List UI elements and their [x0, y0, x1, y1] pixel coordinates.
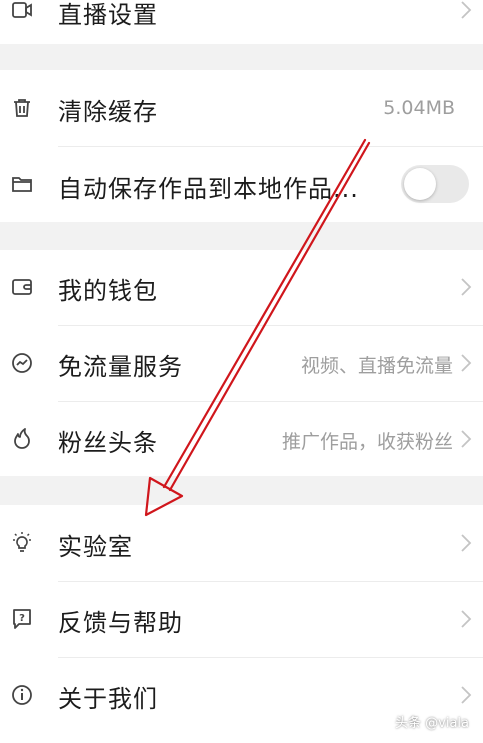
fans-headline-label: 粉丝头条 — [58, 429, 158, 457]
clear-cache-label: 清除缓存 — [58, 98, 158, 126]
auto-save-label: 自动保存作品到本地作品... — [58, 175, 359, 203]
group-about: 实验室 ? 反馈与帮助 关于我们 — [0, 505, 483, 743]
group-live: 直播设置 — [0, 0, 483, 44]
free-data-value: 视频、直播免流量 — [300, 355, 453, 377]
about-label: 关于我们 — [58, 685, 158, 713]
watermark: 头条 @viala — [395, 716, 469, 731]
lab-label: 实验室 — [58, 533, 133, 561]
cache-size-value: 5.04MB — [383, 97, 455, 119]
data-trend-icon — [9, 350, 35, 376]
svg-text:?: ? — [19, 613, 25, 624]
live-camera-icon — [9, 0, 35, 23]
live-settings-label: 直播设置 — [58, 1, 158, 29]
feedback-question-icon: ? — [9, 606, 35, 632]
chevron-right-icon — [461, 1, 472, 19]
auto-save-row: 自动保存作品到本地作品... — [0, 147, 483, 222]
fans-headline-row[interactable]: 粉丝头条 推广作品，收获粉丝 — [0, 402, 483, 476]
wallet-icon — [9, 274, 35, 300]
toggle-knob — [404, 168, 436, 200]
lightbulb-icon — [9, 530, 35, 556]
chevron-right-icon — [461, 610, 472, 628]
group-storage: 清除缓存 5.04MB 自动保存作品到本地作品... — [0, 70, 483, 222]
chevron-right-icon — [461, 534, 472, 552]
free-data-label: 免流量服务 — [58, 353, 183, 381]
lab-row[interactable]: 实验室 — [0, 505, 483, 581]
flame-icon — [9, 426, 35, 452]
chevron-right-icon — [461, 278, 472, 296]
clear-cache-row[interactable]: 清除缓存 5.04MB — [0, 70, 483, 146]
auto-save-toggle[interactable] — [401, 165, 469, 203]
fans-headline-value: 推广作品，收获粉丝 — [281, 431, 453, 453]
free-data-row[interactable]: 免流量服务 视频、直播免流量 — [0, 326, 483, 401]
wallet-row[interactable]: 我的钱包 — [0, 250, 483, 325]
chevron-right-icon — [461, 686, 472, 704]
folder-icon — [9, 171, 35, 197]
trash-icon — [9, 95, 35, 121]
feedback-label: 反馈与帮助 — [58, 609, 183, 637]
wallet-label: 我的钱包 — [58, 277, 158, 305]
live-settings-row[interactable]: 直播设置 — [0, 0, 483, 38]
chevron-right-icon — [461, 430, 472, 448]
info-icon — [9, 682, 35, 708]
chevron-right-icon — [461, 354, 472, 372]
feedback-row[interactable]: ? 反馈与帮助 — [0, 582, 483, 657]
group-services: 我的钱包 免流量服务 视频、直播免流量 粉丝头条 推广作品，收获粉丝 — [0, 250, 483, 476]
